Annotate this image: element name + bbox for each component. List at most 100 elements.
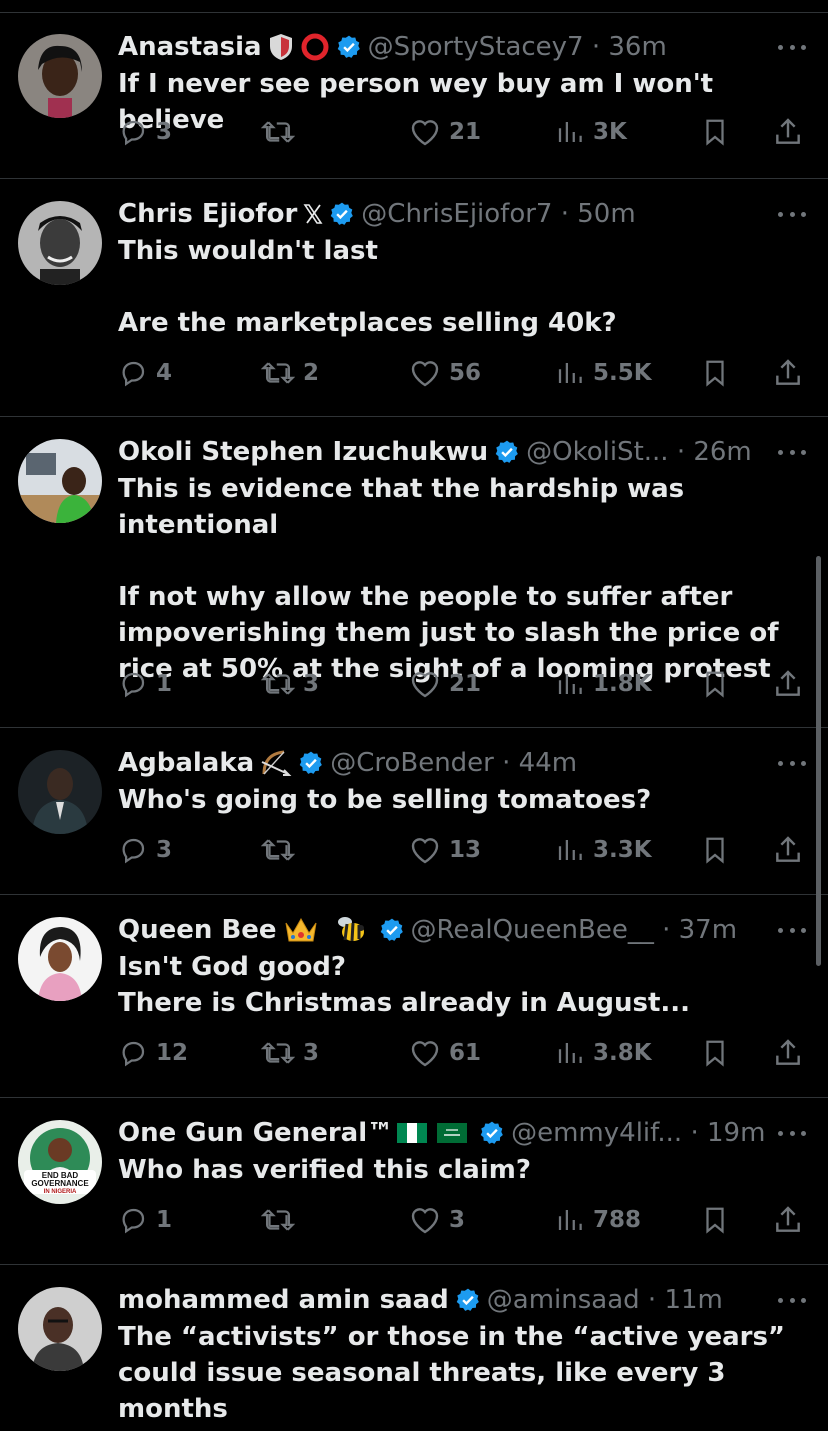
- tweet[interactable]: Chris Ejiofor @ChrisEjiofor7 · 50m This …: [0, 179, 828, 417]
- views-button[interactable]: 3K: [555, 114, 627, 150]
- tweet-text: This is evidence that the hardship was i…: [118, 474, 779, 684]
- avatar[interactable]: [18, 750, 102, 834]
- bookmark-icon: [706, 360, 724, 387]
- x-logo-icon: [303, 203, 323, 225]
- heart-icon: [411, 120, 439, 146]
- views-button[interactable]: 3.8K: [555, 1035, 652, 1071]
- display-name[interactable]: mohammed amin saad: [118, 1283, 449, 1317]
- tweet[interactable]: Anastasia @SportyStacey7 · 36m If I neve…: [0, 12, 828, 179]
- more-options-icon[interactable]: [778, 30, 806, 64]
- more-options-icon[interactable]: [778, 1283, 806, 1317]
- more-options-icon[interactable]: [778, 197, 806, 231]
- reply-count: 3: [156, 119, 173, 145]
- display-name[interactable]: One Gun General™: [118, 1116, 393, 1150]
- share-button[interactable]: [772, 355, 804, 391]
- retweet-count: 3: [303, 671, 320, 697]
- views-button[interactable]: 5.5K: [555, 355, 652, 391]
- retweet-button[interactable]: 2: [261, 355, 319, 391]
- handle-time[interactable]: @ChrisEjiofor7 · 50m: [361, 197, 635, 231]
- tweet[interactable]: mohammed amin saad @aminsaad · 11m The “…: [0, 1265, 828, 1431]
- retweet-button[interactable]: 3: [261, 1035, 319, 1071]
- avatar[interactable]: [18, 439, 102, 523]
- like-button[interactable]: 61: [409, 1035, 481, 1071]
- retweet-count: 3: [303, 1040, 320, 1066]
- views-count: 1.8K: [593, 671, 652, 697]
- reply-count: 1: [156, 671, 173, 697]
- handle-time[interactable]: @OkoliSt... · 26m: [526, 435, 752, 469]
- tweet-text: Who's going to be selling tomatoes?: [118, 785, 652, 815]
- more-options-icon[interactable]: [778, 1116, 806, 1150]
- retweet-button[interactable]: [261, 114, 303, 150]
- like-button[interactable]: 56: [409, 355, 481, 391]
- like-count: 61: [449, 1040, 482, 1066]
- bookmark-button[interactable]: [700, 1035, 730, 1071]
- like-button[interactable]: 3: [409, 1202, 465, 1238]
- handle-time[interactable]: @emmy4lif... · 19m: [511, 1116, 765, 1150]
- share-button[interactable]: [772, 832, 804, 868]
- verified-badge-icon: [455, 1287, 481, 1313]
- avatar[interactable]: END BAD GOVERNANCE IN NIGERIA: [18, 1120, 102, 1204]
- reply-count: 1: [156, 1207, 173, 1233]
- bookmark-button[interactable]: [700, 666, 730, 702]
- views-count: 3K: [593, 119, 627, 145]
- handle-time[interactable]: @CroBender · 44m: [330, 746, 577, 780]
- reply-button[interactable]: 12: [118, 1035, 188, 1071]
- bookmark-button[interactable]: [700, 114, 730, 150]
- reply-button[interactable]: 1: [118, 666, 172, 702]
- share-button[interactable]: [772, 666, 804, 702]
- bookmark-icon: [706, 1207, 724, 1234]
- reply-count: 4: [156, 360, 173, 386]
- share-button[interactable]: [772, 1035, 804, 1071]
- avatar[interactable]: [18, 34, 102, 118]
- handle-time[interactable]: @SportyStacey7 · 36m: [368, 30, 667, 64]
- avatar[interactable]: [18, 201, 102, 285]
- display-name[interactable]: Okoli Stephen Izuchukwu: [118, 435, 488, 469]
- views-button[interactable]: 1.8K: [555, 666, 652, 702]
- share-icon: [776, 1039, 800, 1065]
- retweet-button[interactable]: 3: [261, 666, 319, 702]
- tweet[interactable]: Queen Bee @RealQueenBee__ · 37m Isn't Go…: [0, 895, 828, 1098]
- reply-button[interactable]: 3: [118, 832, 172, 868]
- reply-icon: [122, 672, 145, 698]
- like-count: 21: [449, 119, 482, 145]
- handle-time[interactable]: @aminsaad · 11m: [487, 1283, 723, 1317]
- display-name[interactable]: Anastasia: [118, 30, 262, 64]
- like-button[interactable]: 21: [409, 114, 481, 150]
- like-button[interactable]: 13: [409, 832, 481, 868]
- more-options-icon[interactable]: [778, 746, 806, 780]
- retweet-icon: [261, 362, 295, 384]
- red-circle-icon: [300, 32, 330, 62]
- reply-button[interactable]: 4: [118, 355, 172, 391]
- avatar[interactable]: [18, 917, 102, 1001]
- share-button[interactable]: [772, 1202, 804, 1238]
- views-button[interactable]: 3.3K: [555, 832, 652, 868]
- display-name[interactable]: Chris Ejiofor: [118, 197, 297, 231]
- views-count: 3.8K: [593, 1040, 652, 1066]
- tweet[interactable]: Okoli Stephen Izuchukwu @OkoliSt... · 26…: [0, 417, 828, 728]
- display-name[interactable]: Agbalaka: [118, 746, 254, 780]
- bookmark-button[interactable]: [700, 1202, 730, 1238]
- avatar[interactable]: [18, 1287, 102, 1371]
- reply-button[interactable]: 1: [118, 1202, 172, 1238]
- tweet-text: The “activists” or those in the “active …: [118, 1322, 795, 1424]
- bookmark-button[interactable]: [700, 355, 730, 391]
- retweet-button[interactable]: [261, 832, 303, 868]
- display-name[interactable]: Queen Bee: [118, 913, 277, 947]
- tweet[interactable]: Agbalaka @CroBender · 44m Who's going to…: [0, 728, 828, 895]
- retweet-button[interactable]: [261, 1202, 303, 1238]
- more-options-icon[interactable]: [778, 435, 806, 469]
- bookmark-button[interactable]: [700, 832, 730, 868]
- share-button[interactable]: [772, 114, 804, 150]
- like-count: 21: [449, 671, 482, 697]
- verified-badge-icon: [336, 34, 362, 60]
- bookmark-icon: [706, 119, 724, 146]
- views-button[interactable]: 788: [555, 1202, 641, 1238]
- tweet[interactable]: END BAD GOVERNANCE IN NIGERIA One Gun Ge…: [0, 1098, 828, 1265]
- views-icon: [558, 122, 582, 142]
- more-options-icon[interactable]: [778, 913, 806, 947]
- reply-button[interactable]: 3: [118, 114, 172, 150]
- scrollbar[interactable]: [816, 556, 821, 966]
- like-button[interactable]: 21: [409, 666, 481, 702]
- tweet-text: Isn't God good? There is Christmas alrea…: [118, 952, 691, 1018]
- handle-time[interactable]: @RealQueenBee__ · 37m: [411, 913, 738, 947]
